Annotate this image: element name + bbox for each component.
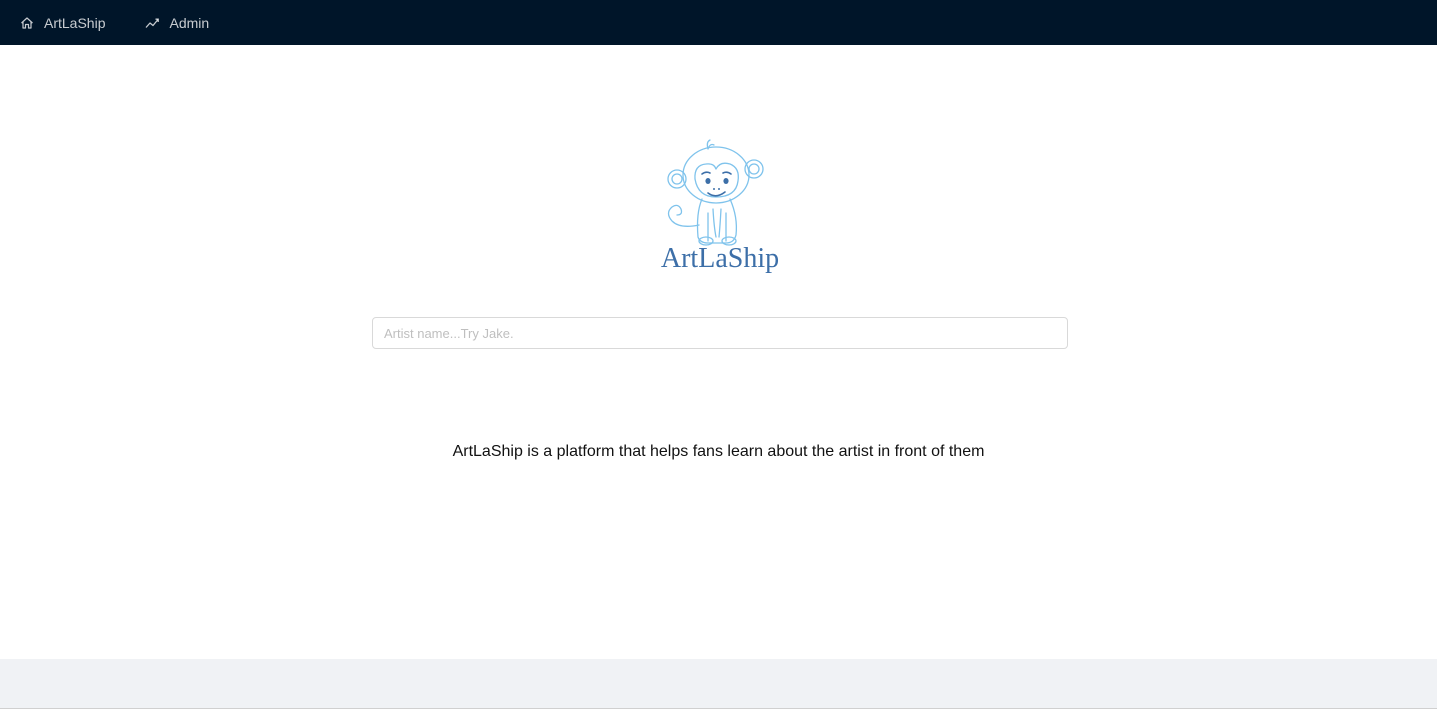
- footer: [0, 659, 1437, 709]
- top-nav-bar: ArtLaShip Admin: [0, 0, 1437, 45]
- nav-item-label: Admin: [169, 14, 210, 31]
- artist-search-input[interactable]: [372, 317, 1068, 349]
- nav-item-label: ArtLaShip: [44, 14, 106, 31]
- tagline-text: ArtLaShip is a platform that helps fans …: [452, 443, 985, 460]
- monkey-logo-icon: ArtLaShip: [661, 139, 779, 274]
- nav-item-home[interactable]: ArtLaShip: [20, 0, 105, 45]
- main-content: ArtLaShip ArtLaShip is a platform that h…: [0, 45, 1437, 659]
- artlaship-logo: ArtLaShip: [650, 137, 790, 277]
- home-icon: [20, 16, 34, 30]
- nav-item-admin[interactable]: Admin: [145, 0, 209, 45]
- line-chart-icon: [145, 16, 160, 30]
- svg-text:ArtLaShip: ArtLaShip: [661, 243, 779, 274]
